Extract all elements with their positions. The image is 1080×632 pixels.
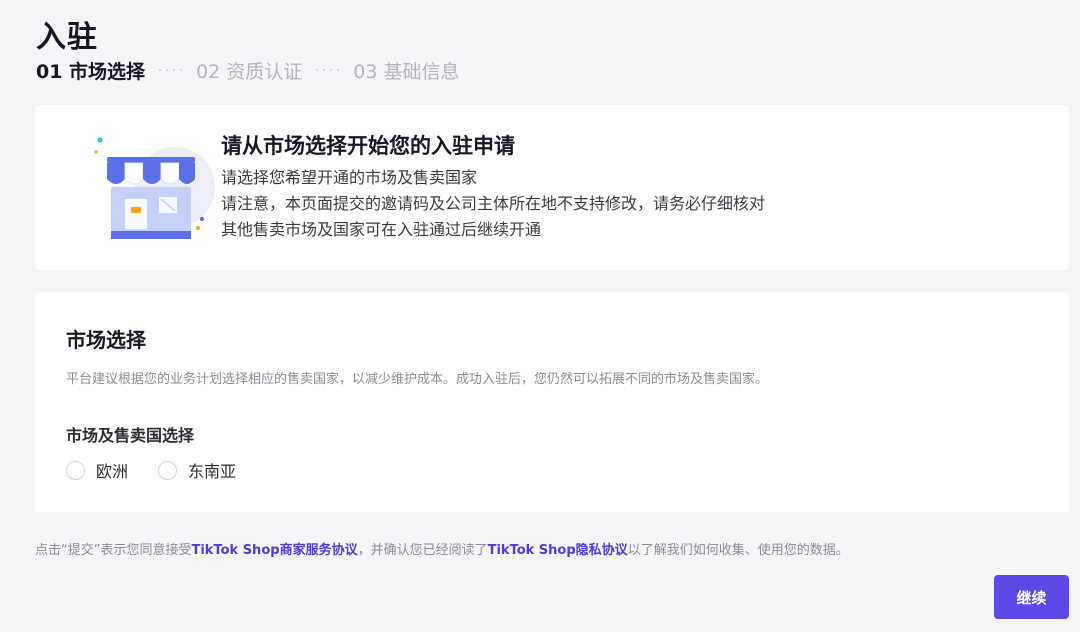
- intro-heading: 请从市场选择开始您的入驻申请: [221, 134, 515, 158]
- step-basic-info: 03 基础信息: [353, 60, 460, 83]
- intro-line: 其他售卖市场及国家可在入驻通过后继续开通: [221, 220, 542, 239]
- onboarding-page: 入驻 01 市场选择 02 资质认证 03 基础信息 请从市场选择开始您的入驻申…: [0, 0, 1080, 632]
- continue-button[interactable]: 继续: [994, 575, 1069, 619]
- radio-label-europe: 欧洲: [96, 462, 129, 481]
- merchant-service-agreement-link[interactable]: TikTok Shop商家服务协议: [191, 543, 357, 558]
- agreement-prefix: 点击“提交”表示您同意接受: [35, 543, 192, 558]
- radio-southeast-asia[interactable]: [158, 460, 178, 480]
- privacy-policy-link[interactable]: TikTok Shop隐私协议: [488, 543, 628, 558]
- agreement-link-text: 隐私协议: [575, 543, 628, 558]
- region-field-label: 市场及售卖国选择: [66, 426, 195, 445]
- market-section-title: 市场选择: [66, 328, 146, 352]
- market-section-description: 平台建议根据您的业务计划选择相应的售卖国家，以减少维护成本。成功入驻后，您仍然可…: [66, 372, 769, 387]
- market-selection-card: 市场选择 平台建议根据您的业务计划选择相应的售卖国家，以减少维护成本。成功入驻后…: [35, 292, 1069, 512]
- intro-line: 请选择您希望开通的市场及售卖国家: [221, 168, 478, 187]
- storefront-icon: [94, 137, 215, 239]
- radio-europe[interactable]: [66, 460, 85, 480]
- agreement-link-text: 商家服务协议: [279, 543, 358, 558]
- radio-option-southeast-asia[interactable]: 东南亚: [158, 458, 236, 482]
- agreement-brand: TikTok Shop: [487, 543, 576, 558]
- agreement-middle: ，并确认您已经阅读了: [357, 543, 488, 558]
- step-qualification: 02 资质认证: [196, 60, 303, 83]
- page-title: 入驻: [36, 20, 98, 55]
- intro-card: 请从市场选择开始您的入驻申请 请选择您希望开通的市场及售卖国家 请注意，本页面提…: [35, 105, 1069, 270]
- agreement-notice: 点击“提交”表示您同意接受TikTok Shop商家服务协议，并确认您已经阅读了…: [35, 539, 849, 558]
- radio-option-europe[interactable]: 欧洲: [66, 458, 128, 482]
- intro-line: 请注意，本页面提交的邀请码及公司主体所在地不支持修改，请务必仔细核对: [221, 194, 766, 213]
- step-market-selection: 01 市场选择: [36, 60, 146, 83]
- intro-text: 请从市场选择开始您的入驻申请 请选择您希望开通的市场及售卖国家 请注意，本页面提…: [221, 131, 765, 243]
- agreement-suffix: 以了解我们如何收集、使用您的数据。: [627, 543, 849, 558]
- step-indicator: 01 市场选择 02 资质认证 03 基础信息: [36, 57, 460, 83]
- region-radio-group: 欧洲 东南亚: [66, 458, 266, 482]
- agreement-brand: TikTok Shop: [191, 543, 280, 558]
- step-separator: [159, 69, 183, 71]
- radio-label-southeast-asia: 东南亚: [188, 462, 237, 481]
- step-separator: [316, 69, 340, 71]
